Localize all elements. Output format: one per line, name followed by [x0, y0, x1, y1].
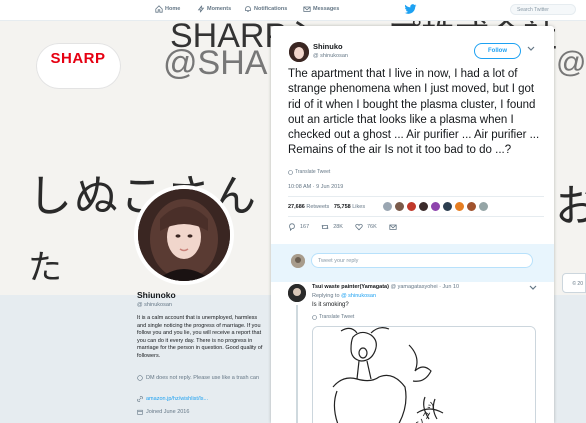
- viewer-avatar: [291, 254, 305, 268]
- retweet-count: 28K: [333, 224, 343, 230]
- nav-moments[interactable]: Moments: [197, 5, 231, 13]
- search-input[interactable]: Search Twitter: [510, 4, 576, 15]
- profile-joined: Joined June 2016: [137, 409, 189, 415]
- reply-input[interactable]: Tweet your reply: [311, 253, 533, 268]
- profile-avatar[interactable]: [134, 185, 234, 285]
- liker-avatar[interactable]: [430, 201, 441, 212]
- reply-icon: [289, 223, 295, 231]
- thread-line: [296, 305, 298, 423]
- nav-notifications-label: Notifications: [254, 6, 288, 12]
- right-side-tab: © 20: [562, 273, 586, 293]
- translate-tweet-link[interactable]: Translate Tweet: [288, 169, 330, 175]
- likes-label[interactable]: Likes: [352, 204, 365, 210]
- like-count: 76K: [366, 224, 377, 230]
- translate-tweet-label[interactable]: Translate Tweet: [295, 169, 330, 175]
- reply-count: 167: [300, 224, 310, 230]
- info-icon: [137, 375, 143, 381]
- envelope-icon: [389, 224, 397, 230]
- liker-avatar[interactable]: [466, 201, 477, 212]
- nav-notifications[interactable]: Notifications: [244, 5, 287, 13]
- envelope-icon: [303, 6, 311, 12]
- bell-icon: [245, 6, 251, 12]
- chevron-down-icon[interactable]: [529, 285, 537, 291]
- avatar-portrait-image: [138, 189, 230, 281]
- nav-moments-label: Moments: [207, 6, 232, 12]
- link-icon: [137, 396, 143, 402]
- banner-right-handle: @: [556, 46, 586, 79]
- liker-avatar[interactable]: [418, 201, 429, 212]
- reply-translate-label[interactable]: Translate Tweet: [319, 314, 354, 320]
- profile-dm-note-text: DM does not reply. Please use like a tra…: [146, 375, 260, 381]
- profile-name: Shiunoko: [137, 290, 176, 300]
- nav-messages-label: Messages: [313, 6, 340, 12]
- banner-bottom-text: た: [28, 249, 62, 287]
- tweet-author-handle[interactable]: @ shinukosan: [313, 53, 348, 59]
- reply-author-image: [288, 284, 306, 302]
- like-button[interactable]: 76K: [355, 223, 377, 231]
- retweet-button[interactable]: 28K: [321, 223, 343, 231]
- reply-header: Tsui waste painter(Yamagata) @ yamagatas…: [312, 284, 459, 290]
- tweet-author-name[interactable]: Shinuko: [313, 42, 343, 51]
- tweet-timestamp[interactable]: 10:08 AM · 9 Jun 2019: [288, 184, 343, 190]
- divider: [288, 216, 544, 217]
- replying-to: Replying to @ shinukosan: [312, 293, 376, 299]
- profile-joined-text: Joined June 2016: [146, 409, 190, 415]
- calendar-icon: [137, 409, 143, 415]
- tweet-text: The apartment that I live in now, I had …: [288, 68, 540, 157]
- liker-avatar[interactable]: [382, 201, 393, 212]
- viewer-avatar-image: [291, 254, 305, 268]
- replying-to-prefix: Replying to: [312, 293, 340, 299]
- follow-button[interactable]: Follow: [474, 43, 521, 59]
- liker-avatar[interactable]: [478, 201, 489, 212]
- replying-to-handle[interactable]: @ shinukosan: [341, 293, 376, 299]
- liker-avatar[interactable]: [442, 201, 453, 212]
- reply-text: Is it smoking?: [312, 302, 349, 308]
- nav-home[interactable]: Home: [155, 5, 180, 13]
- retweet-icon: [321, 224, 329, 230]
- lightning-icon: [197, 5, 205, 13]
- liker-avatar[interactable]: [394, 201, 405, 212]
- twitter-bird-icon[interactable]: [404, 4, 417, 15]
- globe-icon: [312, 314, 317, 320]
- profile-handle: @ shinukosan: [137, 302, 172, 308]
- home-icon: [155, 5, 163, 13]
- nav-home-label: Home: [165, 6, 181, 12]
- direct-message-button[interactable]: [389, 223, 397, 231]
- likes-count[interactable]: 75,758: [334, 204, 351, 210]
- heart-icon: [355, 223, 363, 231]
- retweets-count[interactable]: 27,686: [288, 204, 305, 210]
- divider: [288, 196, 544, 197]
- retweets-label[interactable]: Retweets: [306, 204, 329, 210]
- profile-link-text[interactable]: amazon.jp/hz/wishlist/ls...: [146, 396, 208, 402]
- profile-bio: It is a calm account that is unemployed,…: [137, 315, 263, 359]
- tweet-actions: 167 28K 76K: [288, 223, 397, 231]
- reply-image[interactable]: シュッ: [312, 326, 536, 423]
- profile-link[interactable]: amazon.jp/hz/wishlist/ls...: [137, 396, 208, 402]
- tweet-modal: Shinuko @ shinukosan Follow The apartmen…: [271, 26, 554, 423]
- banner-big-right-text: お: [555, 182, 586, 231]
- reply-author-avatar[interactable]: [288, 284, 306, 302]
- nav-messages[interactable]: Messages: [303, 5, 339, 13]
- likers-avatar-row[interactable]: [382, 201, 489, 212]
- sharp-logo: SHARP: [50, 50, 106, 67]
- profile-dm-note: DM does not reply. Please use like a tra…: [137, 375, 265, 381]
- manga-sketch-image: シュッ: [313, 327, 535, 423]
- top-navigation-bar: Home Moments Notifications Messages Sear…: [0, 0, 586, 21]
- reply-handle-time[interactable]: @ yamagatasyohei · Jun 10: [390, 284, 459, 290]
- liker-avatar[interactable]: [454, 201, 465, 212]
- liker-avatar[interactable]: [406, 201, 417, 212]
- reply-translate-link[interactable]: Translate Tweet: [312, 314, 354, 320]
- banner-handle: @SHA: [163, 44, 268, 82]
- reply-composer: Tweet your reply: [271, 244, 554, 282]
- reply-button[interactable]: 167: [288, 223, 309, 231]
- reply-author-name[interactable]: Tsui waste painter(Yamagata): [312, 284, 389, 290]
- tweet-stats: 27,686 Retweets 75,758 Likes: [288, 204, 365, 210]
- author-portrait-image: [289, 42, 309, 62]
- globe-icon: [288, 169, 293, 175]
- chevron-down-icon[interactable]: [527, 46, 535, 52]
- tweet-author-avatar[interactable]: [289, 42, 309, 62]
